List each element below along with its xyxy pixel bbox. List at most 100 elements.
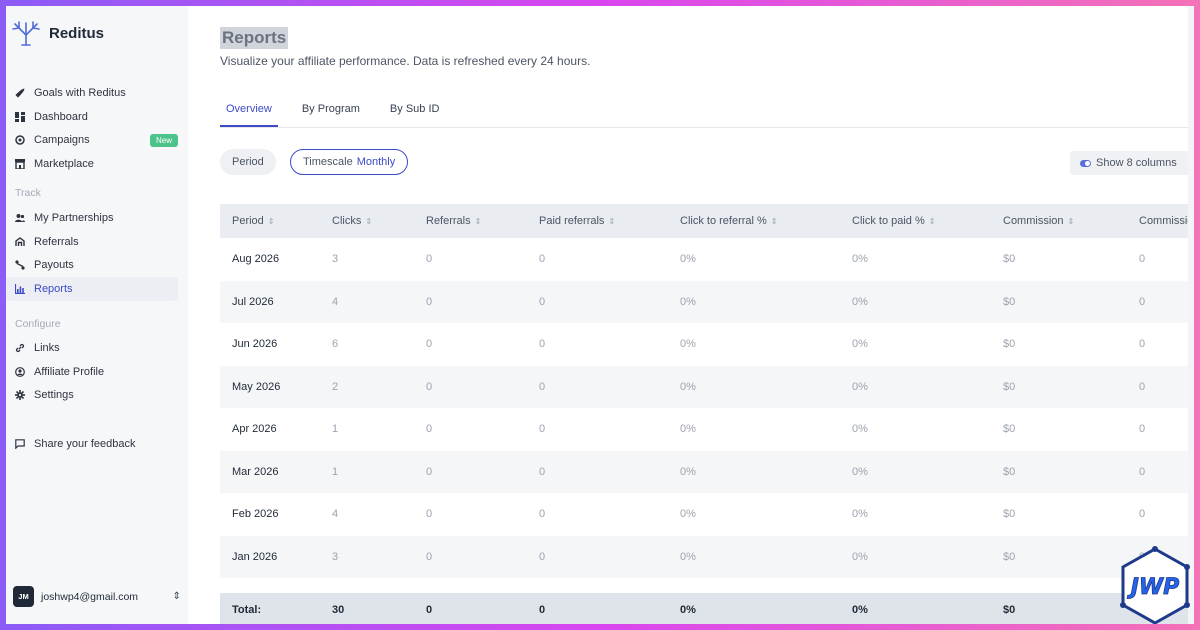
campaigns-icon (15, 135, 25, 145)
table-cell: 0 (426, 423, 433, 436)
column-header-label: Referrals (426, 215, 471, 227)
column-header[interactable]: Click to paid % ⇕ (840, 215, 991, 227)
logo[interactable]: Reditus (11, 20, 104, 46)
table-cell: 0 (426, 253, 433, 266)
page-title: Reports (220, 27, 289, 49)
table-cell: 0 (539, 338, 546, 351)
table-cell: 0 (539, 508, 546, 521)
table-cell: 0% (680, 380, 696, 393)
table-cell: 2 (332, 380, 339, 393)
period-filter-button[interactable]: Period (220, 149, 276, 175)
sidebar-item-partnerships[interactable]: My Partnerships (6, 206, 188, 230)
table-cell: 0 (539, 550, 546, 563)
timescale-label: Timescale (303, 156, 353, 168)
table-cell: 0% (852, 465, 868, 478)
table-cell: 6 (332, 338, 339, 351)
table-cell: 0 (426, 550, 433, 563)
table-cell: Jun 2026 (232, 338, 278, 351)
sidebar: Reditus Goals with Reditus Dashboard Cam… (6, 6, 188, 624)
table-cell: 0 (539, 253, 546, 266)
sidebar-item-label: Affiliate Profile (34, 365, 105, 378)
dashboard-icon (15, 111, 25, 122)
referrals-icon (15, 236, 25, 247)
sort-icon: ⇕ (365, 216, 373, 226)
column-header[interactable]: Commission⇕ (1127, 215, 1194, 227)
table-cell: 3 (332, 550, 339, 563)
table-cell: 0 (426, 508, 433, 521)
table-cell: $0 (1003, 508, 1016, 521)
toggle-icon (1080, 159, 1091, 167)
table-cell: 0% (680, 423, 696, 436)
table-cell: 1 (332, 465, 339, 478)
sidebar-item-label: Payouts (34, 259, 74, 272)
sidebar-item-dashboard[interactable]: Dashboard (6, 105, 188, 129)
timescale-filter-button[interactable]: Timescale Monthly (290, 149, 409, 175)
tab-overview[interactable]: Overview (220, 98, 278, 127)
sidebar-item-feedback[interactable]: Share your feedback (6, 432, 188, 456)
table-cell: 4 (332, 508, 339, 521)
table-cell: 0 (426, 380, 433, 393)
column-header[interactable]: Clicks ⇕ (320, 215, 414, 227)
table-cell: 4 (332, 295, 339, 308)
sidebar-item-reports[interactable]: Reports (6, 277, 178, 301)
table-cell: $0 (1003, 295, 1016, 308)
sidebar-item-label: Dashboard (34, 110, 88, 123)
column-header-label: Clicks (332, 215, 362, 227)
tabs: Overview By Program By Sub ID (220, 98, 1194, 128)
sort-icon: ⇕ (267, 216, 275, 226)
sidebar-item-label: Share your feedback (34, 437, 136, 450)
new-badge: New (149, 133, 178, 147)
nav-feedback: Share your feedback (6, 432, 188, 456)
table-row: Mar 2026 1 0 0 0% 0% $0 0 (220, 450, 1194, 493)
table-cell: 0% (680, 508, 696, 521)
sidebar-item-affiliate-profile[interactable]: Affiliate Profile (6, 360, 188, 384)
user-menu[interactable]: JM joshwp4@gmail.com ⇕ (13, 586, 181, 607)
table-cell: $0 (1003, 550, 1016, 563)
table-cell: 0 (426, 465, 433, 478)
sidebar-item-settings[interactable]: Settings (6, 383, 188, 407)
total-cell: 0% (852, 604, 868, 616)
column-header[interactable]: Commission⇕ (991, 215, 1127, 227)
total-cell: Total: (232, 604, 262, 616)
table-cell: Mar 2026 (232, 465, 279, 478)
table-cell: $0 (1003, 338, 1016, 351)
sort-icon: ⇕ (1067, 216, 1075, 226)
column-header[interactable]: Period ⇕ (220, 215, 320, 227)
table-cell: 0% (852, 423, 868, 436)
section-label-configure: Configure (15, 318, 61, 330)
show-columns-button[interactable]: Show 8 columns (1070, 151, 1190, 175)
payouts-icon (15, 260, 25, 270)
column-header[interactable]: Referrals ⇕ (414, 215, 527, 227)
scrollbar[interactable] (1188, 6, 1194, 624)
table-cell: 0% (852, 253, 868, 266)
table-cell: 0% (680, 295, 696, 308)
column-header[interactable]: Paid referrals ⇕ (527, 215, 668, 227)
table-cell: Jan 2026 (232, 550, 278, 563)
timescale-value: Monthly (356, 156, 396, 168)
jwp-logo-text: JWP (1127, 575, 1180, 600)
tab-by-sub-id[interactable]: By Sub ID (384, 98, 446, 127)
table-cell: 3 (332, 253, 339, 266)
tab-by-program[interactable]: By Program (296, 98, 366, 127)
table-cell: 0 (1139, 465, 1146, 478)
table-total-row: Total:30000%0%$00 (220, 593, 1194, 624)
table-row: Aug 2026 3 0 0 0% 0% $0 0 (220, 238, 1194, 281)
table-cell: 0% (852, 508, 868, 521)
table-cell: Feb 2026 (232, 508, 279, 521)
table-cell: 0% (680, 338, 696, 351)
column-header[interactable]: Click to referral % ⇕ (668, 215, 840, 227)
sidebar-item-marketplace[interactable]: Marketplace (6, 152, 188, 176)
app-window: Reditus Goals with Reditus Dashboard Cam… (6, 6, 1194, 624)
nav-track: My Partnerships Referrals Payouts Report… (6, 206, 188, 301)
sidebar-item-referrals[interactable]: Referrals (6, 230, 188, 254)
sidebar-item-payouts[interactable]: Payouts (6, 253, 188, 277)
table-cell: 0% (680, 253, 696, 266)
table-header: Period ⇕ Clicks ⇕ Referrals ⇕ Paid referrals ⇕ C… (220, 204, 1194, 238)
avatar: JM (13, 586, 34, 607)
sidebar-item-links[interactable]: Links (6, 336, 188, 360)
sidebar-item-goals[interactable]: Goals with Reditus (6, 81, 188, 105)
table-cell: 0 (1139, 295, 1146, 308)
sidebar-item-campaigns[interactable]: Campaigns New (6, 128, 188, 152)
store-icon (15, 158, 25, 169)
table-cell: Apr 2026 (232, 423, 277, 436)
